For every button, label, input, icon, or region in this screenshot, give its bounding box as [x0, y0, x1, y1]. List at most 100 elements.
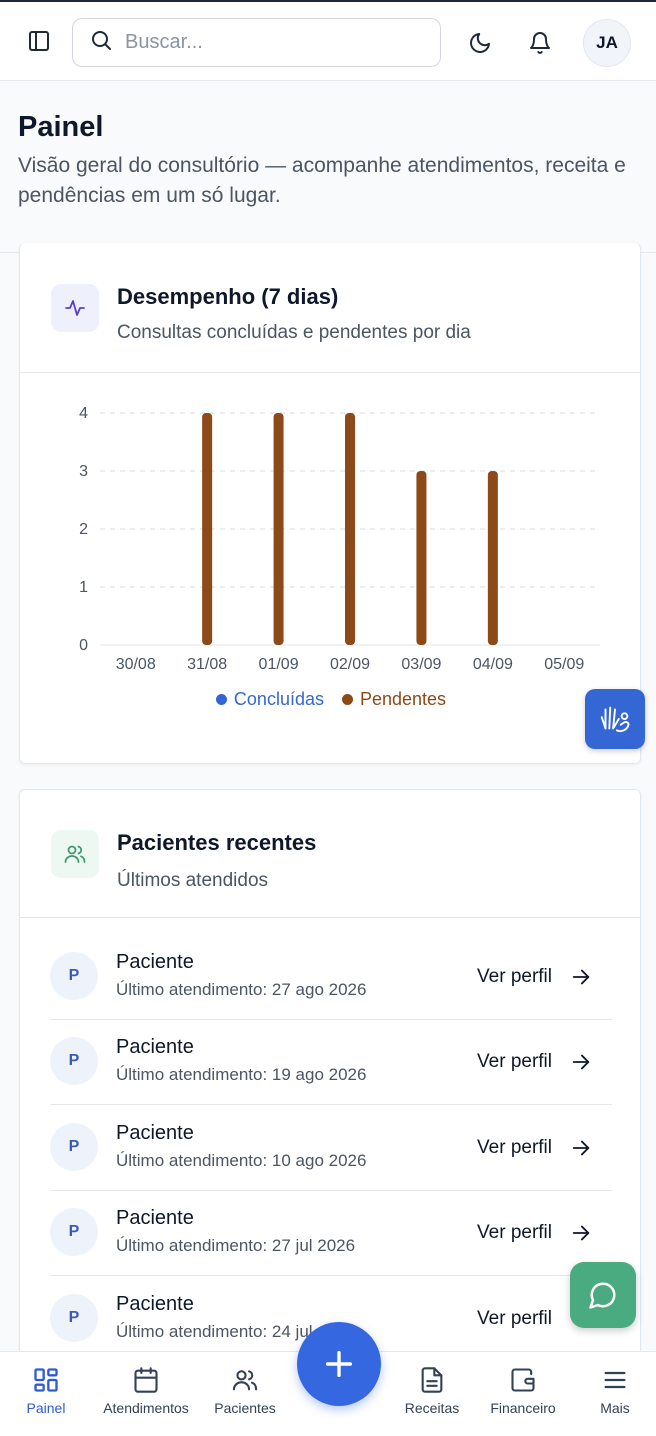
x-tick-label: 02/09 — [330, 656, 370, 673]
document-icon — [421, 1367, 443, 1393]
patient-row: P Paciente Último atendimento: 27 jul 20… — [50, 1190, 612, 1276]
y-tick-label: 2 — [79, 521, 88, 538]
search-icon — [89, 28, 113, 57]
legend-label-pending: Pendentes — [359, 689, 447, 709]
chart-legend: Concluídas Pendentes — [20, 689, 640, 710]
view-profile-link[interactable]: Ver perfil — [477, 1222, 592, 1244]
patient-last-visit: Último atendimento: 10 ago 2026 — [116, 1151, 367, 1170]
patient-row: P Paciente Último atendimento: 19 ago 20… — [50, 1019, 612, 1105]
x-tick-label: 01/09 — [259, 656, 299, 673]
nav-item-atendimentos[interactable]: Atendimentos — [92, 1366, 200, 1416]
bar-pendentes[interactable] — [416, 471, 427, 645]
wallet-icon — [511, 1368, 535, 1392]
nav-label: Financeiro — [490, 1400, 556, 1416]
card-divider — [20, 372, 640, 373]
menu-icon — [604, 1371, 626, 1389]
top-bar: JA — [0, 0, 656, 81]
search-input[interactable] — [125, 31, 405, 54]
page-title: Painel — [18, 111, 104, 143]
patient-row: P Paciente Último atendimento: 10 ago 20… — [50, 1105, 612, 1191]
patient-name: Paciente — [116, 1293, 194, 1315]
nav-label: Receitas — [404, 1400, 460, 1416]
chat-bubble-icon — [589, 1282, 616, 1309]
chat-button[interactable] — [570, 1262, 636, 1328]
arrow-right-icon — [572, 1140, 590, 1156]
x-tick-label: 31/08 — [187, 656, 227, 673]
recent-patients-title: Pacientes recentes — [117, 830, 317, 855]
x-tick-label: 30/08 — [116, 656, 156, 673]
y-tick-label: 4 — [79, 405, 88, 422]
sidebar-toggle-icon[interactable] — [19, 21, 59, 61]
patient-avatar: P — [50, 952, 98, 1000]
performance-subtitle: Consultas concluídas e pendentes por dia — [117, 322, 471, 343]
page-header: Painel Visão geral do consultório — acom… — [0, 81, 656, 253]
nav-item-financeiro[interactable]: Financeiro — [476, 1366, 570, 1416]
view-profile-link[interactable]: Ver perfil — [477, 1051, 592, 1073]
patient-last-visit: Último atendimento: 24 jul — [116, 1322, 313, 1341]
card-divider — [20, 917, 640, 918]
x-tick-label: 05/09 — [544, 656, 584, 673]
performance-card: Desempenho (7 dias) Consultas concluídas… — [19, 243, 641, 764]
patient-avatar: P — [50, 1294, 98, 1342]
user-avatar[interactable]: JA — [583, 19, 631, 67]
y-tick-label: 1 — [79, 579, 88, 596]
plus-icon — [325, 1350, 353, 1378]
bar-pendentes[interactable] — [345, 413, 355, 645]
page-subtitle: Visão geral do consultório — acompanhe a… — [18, 154, 626, 207]
x-tick-label: 03/09 — [401, 656, 441, 673]
nav-item-receitas[interactable]: Receitas — [392, 1366, 472, 1416]
grid-icon — [34, 1368, 58, 1392]
legend-item-completed[interactable]: Concluídas — [215, 689, 324, 710]
legend-item-pending[interactable]: Pendentes — [341, 689, 447, 710]
patient-avatar: P — [50, 1208, 98, 1256]
add-button[interactable] — [297, 1322, 381, 1406]
view-profile-link[interactable]: Ver perfil — [477, 966, 592, 988]
recent-patients-card: Pacientes recentes Últimos atendidos P P… — [19, 789, 641, 1389]
view-profile-label: Ver perfil — [477, 1137, 552, 1158]
view-profile-label: Ver perfil — [477, 1308, 552, 1329]
bar-pendentes[interactable] — [202, 413, 213, 645]
patient-last-visit: Último atendimento: 27 jul 2026 — [116, 1236, 356, 1255]
hands-icon — [600, 706, 630, 733]
nav-label: Painel — [26, 1400, 66, 1416]
legend-dot-completed — [215, 694, 227, 705]
legend-dot-pending — [341, 694, 353, 705]
patient-avatar: P — [50, 1037, 98, 1085]
y-tick-label: 0 — [79, 637, 88, 654]
sign-language-button[interactable] — [585, 689, 645, 749]
patient-name: Paciente — [116, 951, 194, 973]
recent-patients-subtitle: Últimos atendidos — [117, 870, 269, 891]
patient-avatar: P — [50, 1123, 98, 1171]
patient-name: Paciente — [116, 1207, 194, 1229]
arrow-right-icon — [572, 1054, 590, 1070]
performance-title: Desempenho (7 dias) — [117, 284, 339, 309]
calendar-icon — [134, 1367, 158, 1393]
nav-item-mais[interactable]: Mais — [574, 1366, 656, 1416]
search-box[interactable] — [72, 18, 441, 67]
moon-icon[interactable] — [460, 23, 500, 63]
users-icon — [51, 830, 99, 878]
bar-pendentes[interactable] — [273, 413, 284, 645]
bell-icon[interactable] — [520, 23, 560, 63]
nav-label: Mais — [600, 1400, 630, 1416]
legend-label-completed: Concluídas — [233, 689, 324, 709]
patient-name: Paciente — [116, 1122, 194, 1144]
patient-name: Paciente — [116, 1036, 194, 1058]
nav-label: Pacientes — [214, 1400, 276, 1416]
patient-last-visit: Último atendimento: 19 ago 2026 — [116, 1065, 367, 1084]
users-icon — [232, 1370, 258, 1391]
view-profile-label: Ver perfil — [477, 1051, 552, 1072]
nav-item-pacientes[interactable]: Pacientes — [200, 1366, 290, 1416]
performance-chart: 0 1 2 3 4 30/08 31/08 01/09 02/09 03/09 04/09 05/09 — [79, 405, 600, 673]
y-tick-label: 3 — [79, 463, 88, 480]
view-profile-link[interactable]: Ver perfil — [477, 1137, 592, 1159]
nav-item-painel[interactable]: Painel — [0, 1366, 92, 1416]
bar-pendentes[interactable] — [487, 471, 498, 645]
nav-label: Atendimentos — [103, 1400, 189, 1416]
patient-row: P Paciente Último atendimento: 27 ago 20… — [50, 934, 612, 1020]
activity-icon — [51, 284, 99, 332]
patient-last-visit: Último atendimento: 27 ago 2026 — [116, 980, 367, 999]
arrow-right-icon — [572, 969, 590, 985]
view-profile-label: Ver perfil — [477, 966, 552, 987]
view-profile-label: Ver perfil — [477, 1222, 552, 1243]
